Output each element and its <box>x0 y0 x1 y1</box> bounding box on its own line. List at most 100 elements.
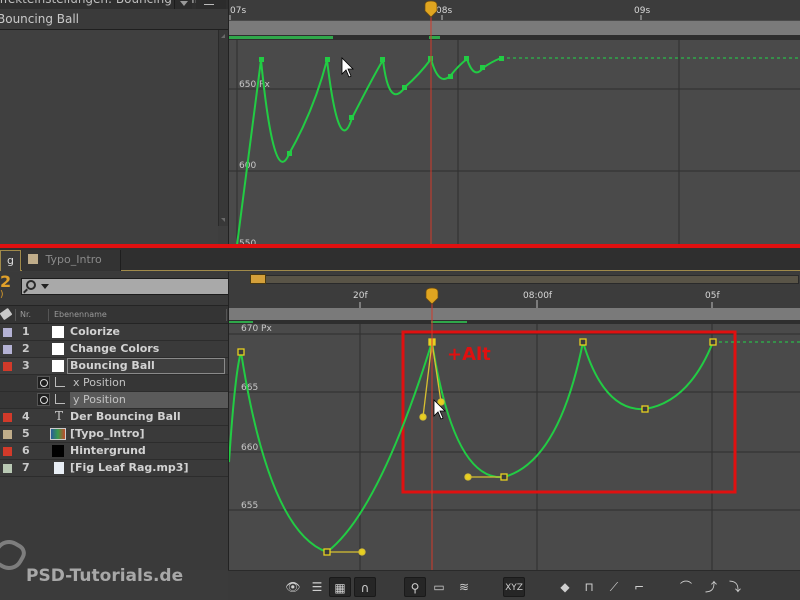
column-layer-name[interactable]: Ebenenname <box>54 310 107 319</box>
column-divider[interactable] <box>15 309 16 321</box>
scroll-down-icon[interactable] <box>221 218 225 222</box>
fit-selection-button[interactable]: ▭ <box>428 577 450 597</box>
panel-menu-button[interactable] <box>196 0 226 9</box>
keyframe[interactable] <box>349 115 354 120</box>
watermark-text: PSD-Tutorials.de <box>26 566 184 586</box>
edit-keyframe-button[interactable]: ◆ <box>554 577 576 597</box>
convert-hold-button[interactable]: ⊓ <box>578 577 600 597</box>
work-area-bar[interactable] <box>229 21 800 35</box>
bottom-graph-svg[interactable]: 20f 08:00f 05f 670 Px 665 660 655 +Alt <box>229 272 800 570</box>
label-color[interactable] <box>3 413 12 422</box>
stopwatch-icon[interactable] <box>37 393 50 406</box>
easy-ease-out-button[interactable]: ⤵ <box>724 577 746 597</box>
show-transform-box-button[interactable]: ▦ <box>329 577 351 597</box>
keyframe[interactable] <box>709 338 717 346</box>
layer-name[interactable]: Change Colors <box>70 342 159 355</box>
bezier-handle[interactable] <box>437 398 445 406</box>
convert-auto-bezier-button[interactable]: ⌐ <box>628 577 650 597</box>
column-divider[interactable] <box>48 309 49 321</box>
keyframe[interactable] <box>237 348 245 356</box>
keyframe[interactable] <box>579 338 587 346</box>
bezier-handle[interactable] <box>419 413 427 421</box>
label-color[interactable] <box>3 464 12 473</box>
layer-row[interactable]: 4 T Der Bouncing Ball <box>0 409 228 426</box>
work-area-bar[interactable] <box>229 308 800 320</box>
bottom-graph-editor[interactable]: 20f 08:00f 05f 670 Px 665 660 655 +Alt <box>228 272 800 570</box>
layer-name[interactable]: Der Bouncing Ball <box>70 410 181 423</box>
keyframe[interactable] <box>641 405 649 413</box>
top-graph-editor[interactable]: 07s 08s 09s 650 Px 600 550 <box>228 0 800 246</box>
keyframe[interactable] <box>500 473 508 481</box>
easy-ease-button[interactable]: ⌒ <box>675 577 697 597</box>
zoom-height-icon: ⚲ <box>410 581 420 595</box>
layer-row[interactable]: 6 Hintergrund <box>0 443 228 460</box>
column-divider[interactable] <box>226 309 227 321</box>
label-color[interactable] <box>3 447 12 456</box>
layer-name[interactable]: [Fig Leaf Rag.mp3] <box>70 461 189 474</box>
column-nr[interactable]: Nr. <box>20 310 31 319</box>
snap-button[interactable]: ∩ <box>354 577 376 597</box>
easy-ease-in-icon: ⤴ <box>704 580 717 594</box>
current-timecode[interactable]: 2 <box>0 272 11 291</box>
keyframe[interactable] <box>480 65 485 70</box>
keyframe[interactable] <box>325 57 330 62</box>
layer-row-selected[interactable]: 3 Bouncing Ball <box>0 358 228 375</box>
label-tag-icon[interactable] <box>0 307 13 321</box>
bottom-keyframes[interactable] <box>237 338 717 556</box>
separate-dimensions-button[interactable]: XYZ <box>503 577 525 597</box>
tab-typo-intro[interactable]: Typo_Intro <box>22 250 121 271</box>
graph-options-button[interactable]: ☰ <box>306 577 328 597</box>
panel-dropdown-button[interactable] <box>174 0 192 9</box>
keyframe[interactable] <box>499 56 504 61</box>
cache-indicator <box>431 321 467 323</box>
layer-name[interactable]: Colorize <box>70 325 120 338</box>
top-value-curve[interactable] <box>236 56 502 246</box>
easy-ease-in-button[interactable]: ⤴ <box>700 577 722 597</box>
keyframe[interactable] <box>464 56 469 61</box>
property-row[interactable]: x Position <box>0 375 228 392</box>
label-color[interactable] <box>3 362 12 371</box>
property-row-selected[interactable]: y Position <box>0 392 228 409</box>
tab-bouncing-ball[interactable]: g × <box>0 250 30 271</box>
scroll-up-icon[interactable] <box>221 34 225 38</box>
label-color[interactable] <box>3 345 12 354</box>
bottom-value-curve[interactable] <box>229 341 714 554</box>
layer-name[interactable]: Bouncing Ball <box>70 359 155 372</box>
keyframe[interactable] <box>448 74 453 79</box>
effect-list-area <box>0 30 218 246</box>
top-time-ruler[interactable] <box>229 0 800 20</box>
keyframe[interactable] <box>259 57 264 62</box>
search-dropdown-icon[interactable] <box>41 284 49 289</box>
layer-search-input[interactable] <box>21 278 229 295</box>
top-grid <box>229 40 800 246</box>
keyframe[interactable] <box>287 151 292 156</box>
keyframe[interactable] <box>380 57 385 62</box>
stopwatch-icon[interactable] <box>37 376 50 389</box>
keyframe[interactable] <box>323 548 331 556</box>
layer-row[interactable]: 5 [Typo_Intro] <box>0 426 228 443</box>
layer-name[interactable]: [Typo_Intro] <box>70 427 145 440</box>
layer-row[interactable]: 1 Colorize <box>0 324 228 341</box>
effect-scrollbar[interactable] <box>218 30 228 226</box>
layer-name[interactable]: Hintergrund <box>70 444 146 457</box>
bezier-handle[interactable] <box>358 548 366 556</box>
layer-row[interactable]: 7 [Fig Leaf Rag.mp3] <box>0 460 228 477</box>
label-color[interactable] <box>3 430 12 439</box>
property-name[interactable]: x Position <box>73 376 126 389</box>
top-graph-svg[interactable]: 07s 08s 09s 650 Px 600 550 <box>229 0 800 246</box>
convert-linear-button[interactable]: ⟋ <box>603 577 625 597</box>
layer-number: 4 <box>22 410 30 423</box>
graph-editor-set-icon[interactable] <box>55 377 65 387</box>
auto-zoom-height-button[interactable]: ⚲ <box>404 577 426 597</box>
layer-number: 2 <box>22 342 30 355</box>
bezier-handle[interactable] <box>464 473 472 481</box>
property-name[interactable]: y Position <box>73 393 126 406</box>
effect-controls-title: Effekteinstellungen: Bouncing Ball <box>0 0 198 6</box>
layer-row[interactable]: 2 Change Colors <box>0 341 228 358</box>
fit-all-icon: ≋ <box>458 580 470 594</box>
graph-editor-set-icon[interactable] <box>55 394 65 404</box>
label-color[interactable] <box>3 328 12 337</box>
fit-all-button[interactable]: ≋ <box>453 577 475 597</box>
keyframe[interactable] <box>402 85 407 90</box>
eye-menu-button[interactable]: 👁 <box>282 577 304 597</box>
